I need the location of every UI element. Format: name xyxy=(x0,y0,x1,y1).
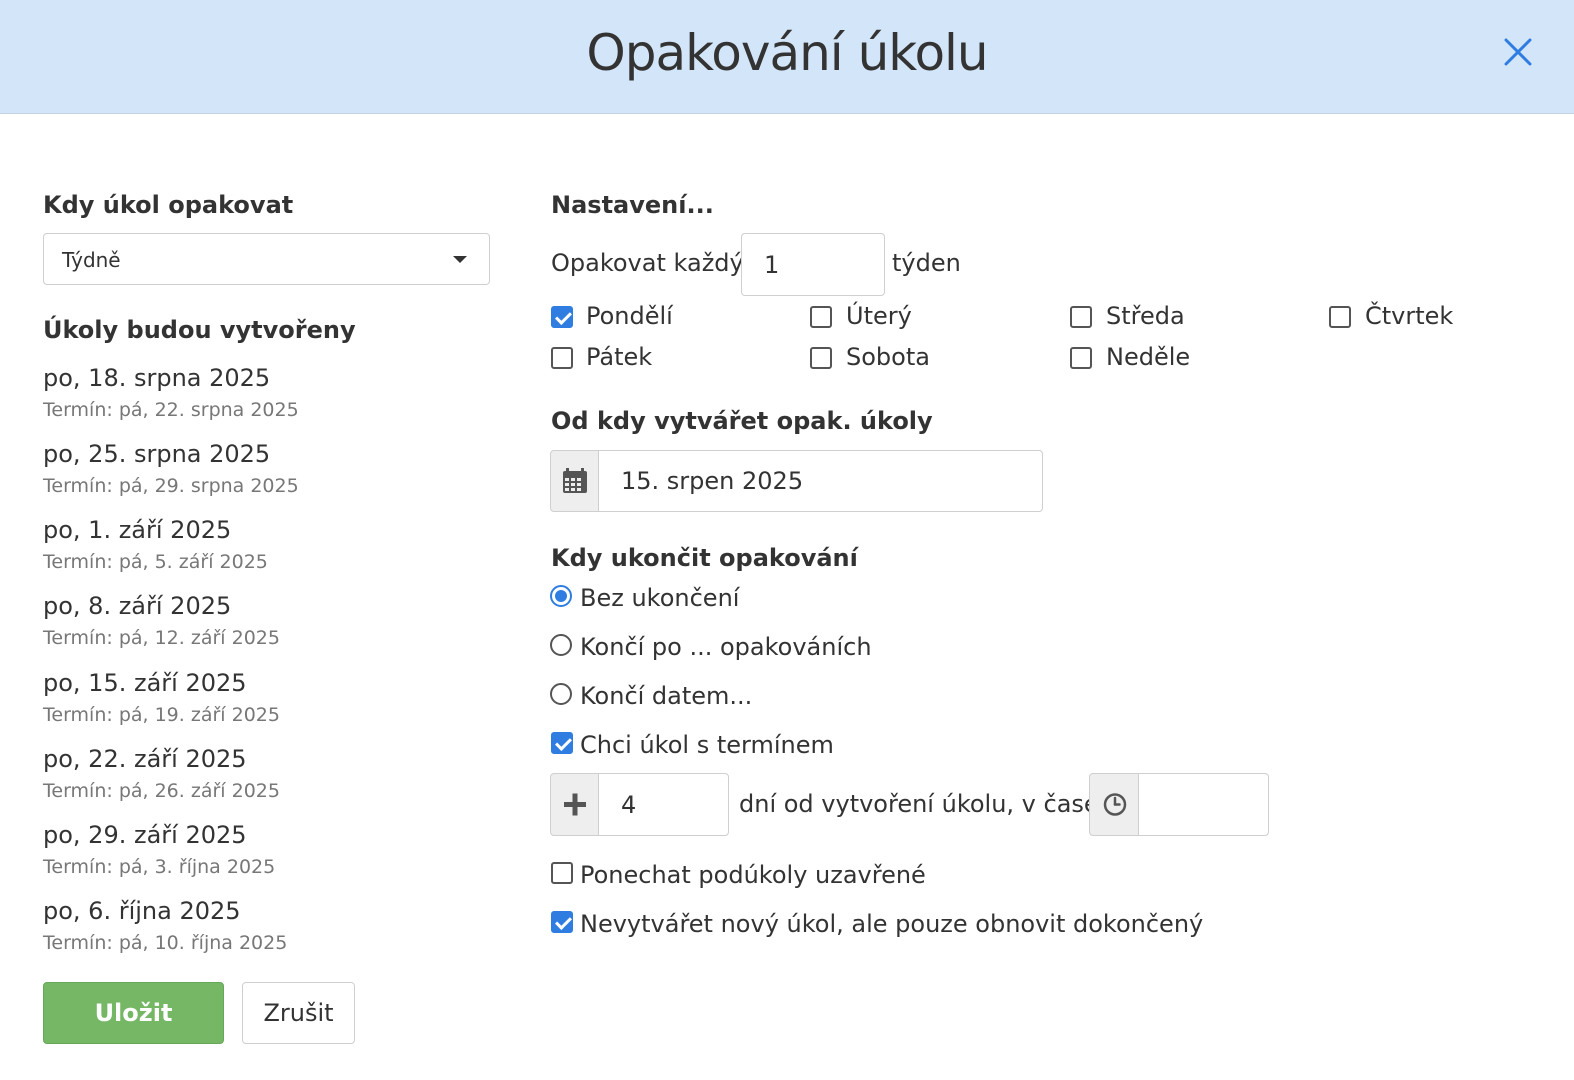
list-item: po, 15. září 2025 Termín: pá, 19. září 2… xyxy=(43,666,280,729)
close-icon[interactable] xyxy=(1502,36,1534,68)
occurrence-date: po, 22. září 2025 xyxy=(43,745,247,773)
friday-label: Pátek xyxy=(586,343,653,371)
list-item: po, 29. září 2025 Termín: pá, 3. října 2… xyxy=(43,818,275,881)
keep-subtasks-label: Ponechat podúkoly uzavřené xyxy=(580,861,926,889)
occurrence-due: Termín: pá, 29. srpna 2025 xyxy=(43,475,299,497)
occurrence-due: Termín: pá, 5. září 2025 xyxy=(43,551,268,573)
saturday-label: Sobota xyxy=(846,343,930,371)
start-label: Od kdy vytvářet opak. úkoly xyxy=(551,407,933,435)
saturday-checkbox[interactable] xyxy=(810,347,832,369)
repeat-unit-label: týden xyxy=(892,249,961,277)
cancel-button[interactable]: Zrušit xyxy=(242,982,355,1044)
occurrence-due: Termín: pá, 19. září 2025 xyxy=(43,704,280,726)
keep-subtasks-checkbox[interactable] xyxy=(551,862,573,884)
list-item: po, 8. září 2025 Termín: pá, 12. září 20… xyxy=(43,589,280,652)
list-item: po, 22. září 2025 Termín: pá, 26. září 2… xyxy=(43,742,280,805)
plus-button[interactable] xyxy=(550,773,599,836)
want-due-checkbox[interactable] xyxy=(551,732,573,754)
created-label: Úkoly budou vytvořeny xyxy=(43,316,356,344)
list-item: po, 1. září 2025 Termín: pá, 5. září 202… xyxy=(43,513,268,576)
clock-icon xyxy=(1103,793,1127,816)
time-button[interactable] xyxy=(1089,773,1139,836)
settings-label: Nastavení... xyxy=(551,191,714,219)
calendar-button[interactable] xyxy=(550,450,599,512)
due-time-input[interactable] xyxy=(1138,773,1269,836)
repeat-every-label: Opakovat každý xyxy=(551,249,744,277)
sunday-label: Neděle xyxy=(1106,343,1191,371)
occurrence-date: po, 1. září 2025 xyxy=(43,516,232,544)
occurrence-date: po, 29. září 2025 xyxy=(43,821,247,849)
repeat-every-input[interactable]: 1 xyxy=(741,233,885,296)
occurrence-due: Termín: pá, 10. října 2025 xyxy=(43,932,288,954)
no-new-task-checkbox[interactable] xyxy=(551,911,573,933)
end-label: Kdy ukončit opakování xyxy=(551,544,858,572)
occurrence-due: Termín: pá, 22. srpna 2025 xyxy=(43,399,299,421)
wednesday-label: Středa xyxy=(1106,302,1185,330)
start-date-input[interactable]: 15. srpen 2025 xyxy=(598,450,1043,512)
calendar-icon xyxy=(563,468,587,493)
frequency-select[interactable]: Týdně xyxy=(43,233,490,285)
no-new-task-label: Nevytvářet nový úkol, ale pouze obnovit … xyxy=(580,910,1204,938)
end-none-radio[interactable] xyxy=(550,585,572,607)
modal-title: Opakování úkolu xyxy=(586,24,988,82)
sunday-checkbox[interactable] xyxy=(1070,347,1092,369)
occurrence-due: Termín: pá, 26. září 2025 xyxy=(43,780,280,802)
end-none-label: Bez ukončení xyxy=(580,584,740,612)
thursday-label: Čtvrtek xyxy=(1365,302,1454,330)
occurrence-date: po, 18. srpna 2025 xyxy=(43,364,271,392)
when-label: Kdy úkol opakovat xyxy=(43,191,294,219)
due-days-text: dní od vytvoření úkolu, v čase xyxy=(739,790,1099,818)
end-date-radio[interactable] xyxy=(550,683,572,705)
occurrence-date: po, 25. srpna 2025 xyxy=(43,440,271,468)
end-date-label: Končí datem... xyxy=(580,682,753,710)
want-due-label: Chci úkol s termínem xyxy=(580,731,834,759)
monday-label: Pondělí xyxy=(586,302,673,330)
occurrence-date: po, 8. září 2025 xyxy=(43,592,232,620)
frequency-value: Týdně xyxy=(62,248,121,272)
due-days-input[interactable]: 4 xyxy=(598,773,729,836)
list-item: po, 6. října 2025 Termín: pá, 10. října … xyxy=(43,894,287,957)
occurrence-due: Termín: pá, 3. října 2025 xyxy=(43,856,276,878)
end-after-radio[interactable] xyxy=(550,634,572,656)
caret-down-icon xyxy=(453,256,467,263)
thursday-checkbox[interactable] xyxy=(1329,306,1351,328)
tuesday-checkbox[interactable] xyxy=(810,306,832,328)
occurrence-date: po, 6. října 2025 xyxy=(43,897,241,925)
tuesday-label: Úterý xyxy=(846,302,912,330)
list-item: po, 25. srpna 2025 Termín: pá, 29. srpna… xyxy=(43,437,299,500)
end-after-label: Končí po ... opakováních xyxy=(580,633,872,661)
save-button[interactable]: Uložit xyxy=(43,982,224,1044)
occurrence-date: po, 15. září 2025 xyxy=(43,669,247,697)
wednesday-checkbox[interactable] xyxy=(1070,306,1092,328)
modal-header: Opakování úkolu xyxy=(0,0,1574,114)
list-item: po, 18. srpna 2025 Termín: pá, 22. srpna… xyxy=(43,361,299,424)
plus-icon xyxy=(564,793,586,816)
occurrence-due: Termín: pá, 12. září 2025 xyxy=(43,627,280,649)
monday-checkbox[interactable] xyxy=(551,306,573,328)
friday-checkbox[interactable] xyxy=(551,347,573,369)
